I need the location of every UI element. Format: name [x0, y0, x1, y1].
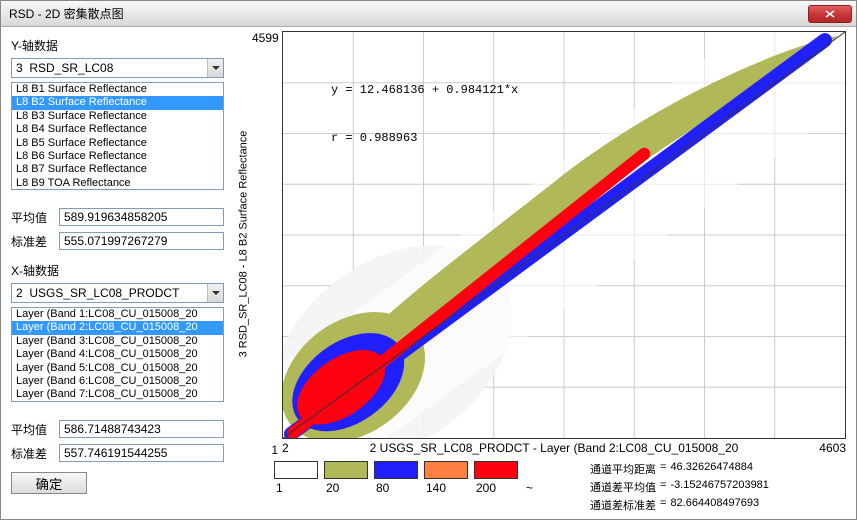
y-tick-max: 4599 — [252, 31, 282, 45]
legend-swatch — [374, 461, 418, 479]
close-icon — [825, 10, 835, 18]
x-mean-label: 平均值 — [11, 421, 53, 438]
y-tick-min: 1 — [252, 443, 282, 457]
stats-column: 通道平均距离=46.32626474884 通道差平均值=-3.15246757… — [590, 461, 769, 513]
y-axis-label: 3 RSD_SR_LC08 - L8 B2 Surface Reflectanc… — [237, 131, 249, 358]
list-item[interactable]: L8 B3 Surface Reflectance — [12, 110, 223, 123]
y-mean-value: 589.919634858205 — [59, 208, 224, 226]
titlebar: RSD - 2D 密集散点图 — [1, 1, 856, 27]
right-panel: 3 RSD_SR_LC08 - L8 B2 Surface Reflectanc… — [234, 27, 856, 519]
regression-r: r = 0.988963 — [331, 130, 518, 146]
legend-swatch — [424, 461, 468, 479]
legend-break: 80 — [376, 481, 426, 495]
y-mean-label: 平均值 — [11, 209, 53, 226]
y-combo[interactable] — [11, 58, 224, 78]
y-combo-input[interactable] — [12, 59, 207, 77]
plot-area: y = 12.468136 + 0.984121*x r = 0.988963 — [282, 31, 846, 439]
ok-button[interactable]: 确定 — [11, 472, 87, 494]
y-listbox[interactable]: L8 B1 Surface ReflectanceL8 B2 Surface R… — [11, 82, 224, 190]
y-std-value: 555.071997267279 — [59, 232, 224, 250]
x-tick-max: 4603 — [819, 441, 846, 455]
x-group-label: X-轴数据 — [11, 262, 224, 279]
legend-swatch — [474, 461, 518, 479]
stat-mean-label: 通道差平均值 — [590, 479, 656, 495]
x-std-value: 557.746191544255 — [59, 444, 224, 462]
list-item[interactable]: Layer (Band 3:LC08_CU_015008_20 — [12, 335, 223, 348]
list-item[interactable]: L8 B1 Surface Reflectance — [12, 83, 223, 96]
y-group-label: Y-轴数据 — [11, 37, 224, 54]
chevron-down-icon[interactable] — [207, 59, 223, 77]
x-mean-value: 586.71488743423 — [59, 420, 224, 438]
list-item[interactable]: L8 B6 Surface Reflectance — [12, 150, 223, 163]
list-item[interactable]: L8 B7 Surface Reflectance — [12, 163, 223, 176]
x-std-label: 标准差 — [11, 445, 53, 462]
regression-box: y = 12.468136 + 0.984121*x r = 0.988963 — [331, 50, 518, 178]
y-axis-label-col: 3 RSD_SR_LC08 - L8 B2 Surface Reflectanc… — [234, 31, 252, 457]
legend-break: 1 — [276, 481, 326, 495]
legend-swatch — [274, 461, 318, 479]
legend-swatch — [324, 461, 368, 479]
left-panel: Y-轴数据 L8 B1 Surface ReflectanceL8 B2 Sur… — [1, 27, 234, 519]
bottom-row: 12080140200~ 通道平均距离=46.32626474884 通道差平均… — [234, 457, 846, 513]
x-combo-input[interactable] — [12, 284, 207, 302]
stat-std-value: 82.664408497693 — [670, 497, 759, 513]
legend-block: 12080140200~ — [274, 461, 576, 495]
window-title: RSD - 2D 密集散点图 — [9, 5, 124, 22]
list-item[interactable]: L8 B9 TOA Reflectance — [12, 177, 223, 190]
stat-dist-label: 通道平均距离 — [590, 461, 656, 477]
chart-row: 3 RSD_SR_LC08 - L8 B2 Surface Reflectanc… — [234, 31, 846, 457]
chevron-down-icon[interactable] — [207, 284, 223, 302]
list-item[interactable]: L8 B5 Surface Reflectance — [12, 137, 223, 150]
legend-labels: 12080140200~ — [274, 481, 576, 495]
regression-eq: y = 12.468136 + 0.984121*x — [331, 82, 518, 98]
content: Y-轴数据 L8 B1 Surface ReflectanceL8 B2 Sur… — [1, 27, 856, 519]
close-button[interactable] — [808, 5, 852, 23]
x-tick-row: 2 2 USGS_SR_LC08_PRODCT - Layer (Band 2:… — [282, 439, 846, 457]
plot-column: y = 12.468136 + 0.984121*x r = 0.988963 … — [282, 31, 846, 457]
list-item[interactable]: Layer (Band 6:LC08_CU_015008_20 — [12, 375, 223, 388]
x-combo[interactable] — [11, 283, 224, 303]
y-std-label: 标准差 — [11, 233, 53, 250]
legend-break: 140 — [426, 481, 476, 495]
list-item[interactable]: Layer (Band 1:LC08_CU_015008_20 — [12, 308, 223, 321]
legend-break: 200 — [476, 481, 526, 495]
list-item[interactable]: Layer (Band 2:LC08_CU_015008_20 — [12, 321, 223, 334]
list-item[interactable]: L8 B4 Surface Reflectance — [12, 123, 223, 136]
legend-break: 20 — [326, 481, 376, 495]
list-item[interactable]: Layer (Band 7:LC08_CU_015008_20 — [12, 388, 223, 401]
x-listbox[interactable]: Layer (Band 1:LC08_CU_015008_20Layer (Ba… — [11, 307, 224, 402]
x-axis-label: 2 USGS_SR_LC08_PRODCT - Layer (Band 2:LC… — [289, 441, 820, 455]
legend-swatches — [274, 461, 576, 479]
list-item[interactable]: Layer (Band 4:LC08_CU_015008_20 — [12, 348, 223, 361]
list-item[interactable]: L8 B2 Surface Reflectance — [12, 96, 223, 109]
legend-break: ~ — [526, 481, 576, 495]
list-item[interactable]: Layer (Band 5:LC08_CU_015008_20 — [12, 362, 223, 375]
x-tick-min: 2 — [282, 441, 289, 455]
stat-std-label: 通道差标准差 — [590, 497, 656, 513]
stat-dist-value: 46.32626474884 — [670, 461, 753, 477]
stat-mean-value: -3.15246757203981 — [670, 479, 768, 495]
